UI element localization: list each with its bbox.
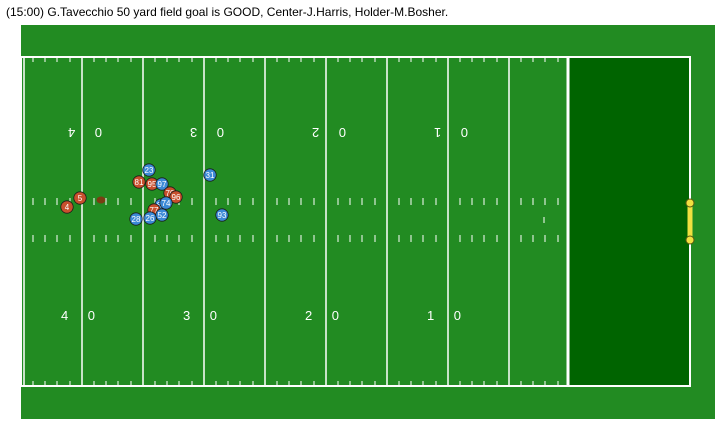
player-number: 81: [135, 178, 144, 187]
yard-number-20-top-text: 0 2: [304, 125, 346, 140]
player-number: 5: [78, 194, 83, 203]
yard-number-10-bottom: 1 0: [427, 308, 469, 323]
football-field: 0 4 0 3 0 2 0 1 4 0 3 0 2 0 1 0 23 31 81 95…: [21, 25, 715, 419]
player-marker-31: 31: [203, 168, 217, 182]
player-marker-26: 26: [143, 211, 157, 225]
player-marker-81: 81: [132, 175, 146, 189]
play-caption: (15:00) G.Tavecchio 50 yard field goal i…: [6, 5, 449, 19]
player-marker-28: 28: [129, 212, 143, 226]
yard-number-10-top-text: 0 1: [426, 125, 468, 140]
player-number: 4: [65, 203, 70, 212]
player-number: 74: [162, 199, 171, 208]
yard-number-30-bottom: 3 0: [183, 308, 225, 323]
player-number: 26: [146, 214, 155, 223]
player-number: 23: [145, 166, 154, 175]
player-marker-52: 52: [155, 208, 169, 222]
player-marker-93: 93: [215, 208, 229, 222]
player-number: 52: [158, 211, 167, 220]
player-marker-74: 74: [159, 196, 173, 210]
hash-marks: [32, 57, 559, 386]
goalpost-upright-top: [685, 198, 695, 208]
yard-lines: [23, 57, 570, 386]
yard-number-40-top: 0 4: [60, 125, 102, 140]
player-number: 97: [158, 180, 167, 189]
yard-number-10-top: 0 1: [426, 125, 468, 140]
player-number: 28: [132, 215, 141, 224]
player-marker-5: 5: [73, 191, 87, 205]
yard-number-30-top-text: 0 3: [182, 125, 224, 140]
goalpost-upright-bottom: [685, 235, 695, 245]
yard-number-40-top-text: 0 4: [60, 125, 102, 140]
player-marker-4: 4: [60, 200, 74, 214]
yard-number-20-top: 0 2: [304, 125, 346, 140]
yard-number-20-bottom: 2 0: [305, 308, 347, 323]
yard-number-40-bottom: 4 0: [61, 308, 103, 323]
player-marker-23: 23: [142, 163, 156, 177]
players-layer: 233181959754709664747752282693: [60, 163, 229, 226]
player-number: 93: [218, 211, 227, 220]
football: [96, 196, 106, 204]
player-number: 31: [206, 171, 215, 180]
yard-number-30-top: 0 3: [182, 125, 224, 140]
endzone: [568, 57, 690, 386]
player-number: 96: [172, 193, 181, 202]
